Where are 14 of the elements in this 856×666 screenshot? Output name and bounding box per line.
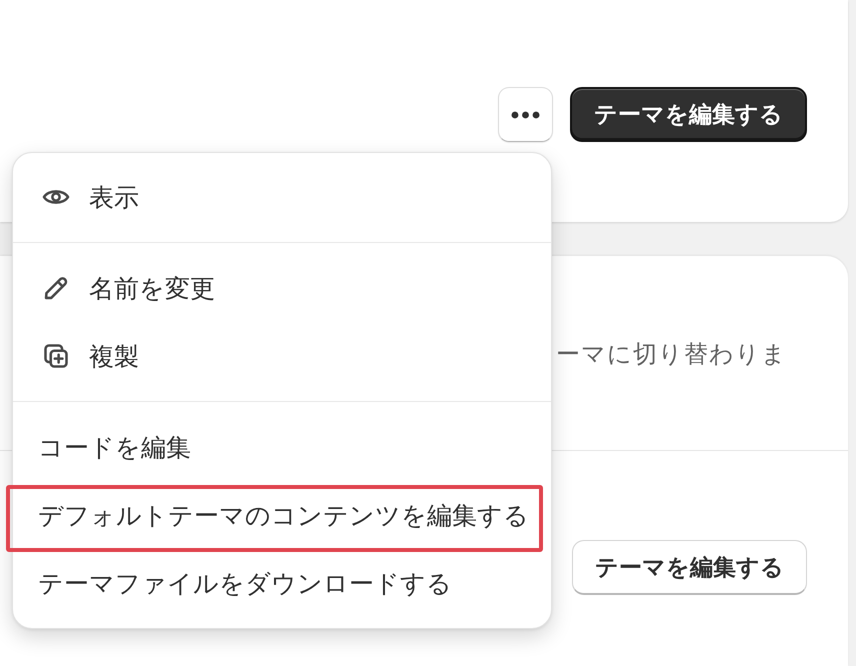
pencil-icon: [42, 274, 70, 302]
more-actions-button[interactable]: [498, 87, 553, 142]
menu-item[interactable]: 名前を変更: [13, 254, 551, 322]
menu-item[interactable]: 複製: [13, 322, 551, 390]
menu-item[interactable]: 表示: [13, 163, 551, 231]
menu-item[interactable]: デフォルトテーマのコンテンツを編集する: [13, 481, 551, 549]
more-icon: [511, 110, 540, 118]
menu-item[interactable]: コードを編集: [13, 413, 551, 481]
theme-description: ーマに切り替わりま: [556, 340, 787, 368]
menu-item[interactable]: テーマファイルをダウンロードする: [13, 549, 551, 617]
eye-icon: [42, 187, 70, 207]
edit-theme-button[interactable]: テーマを編集する: [572, 540, 807, 595]
duplicate-icon: [42, 342, 70, 370]
edit-theme-button[interactable]: テーマを編集する: [570, 87, 807, 142]
